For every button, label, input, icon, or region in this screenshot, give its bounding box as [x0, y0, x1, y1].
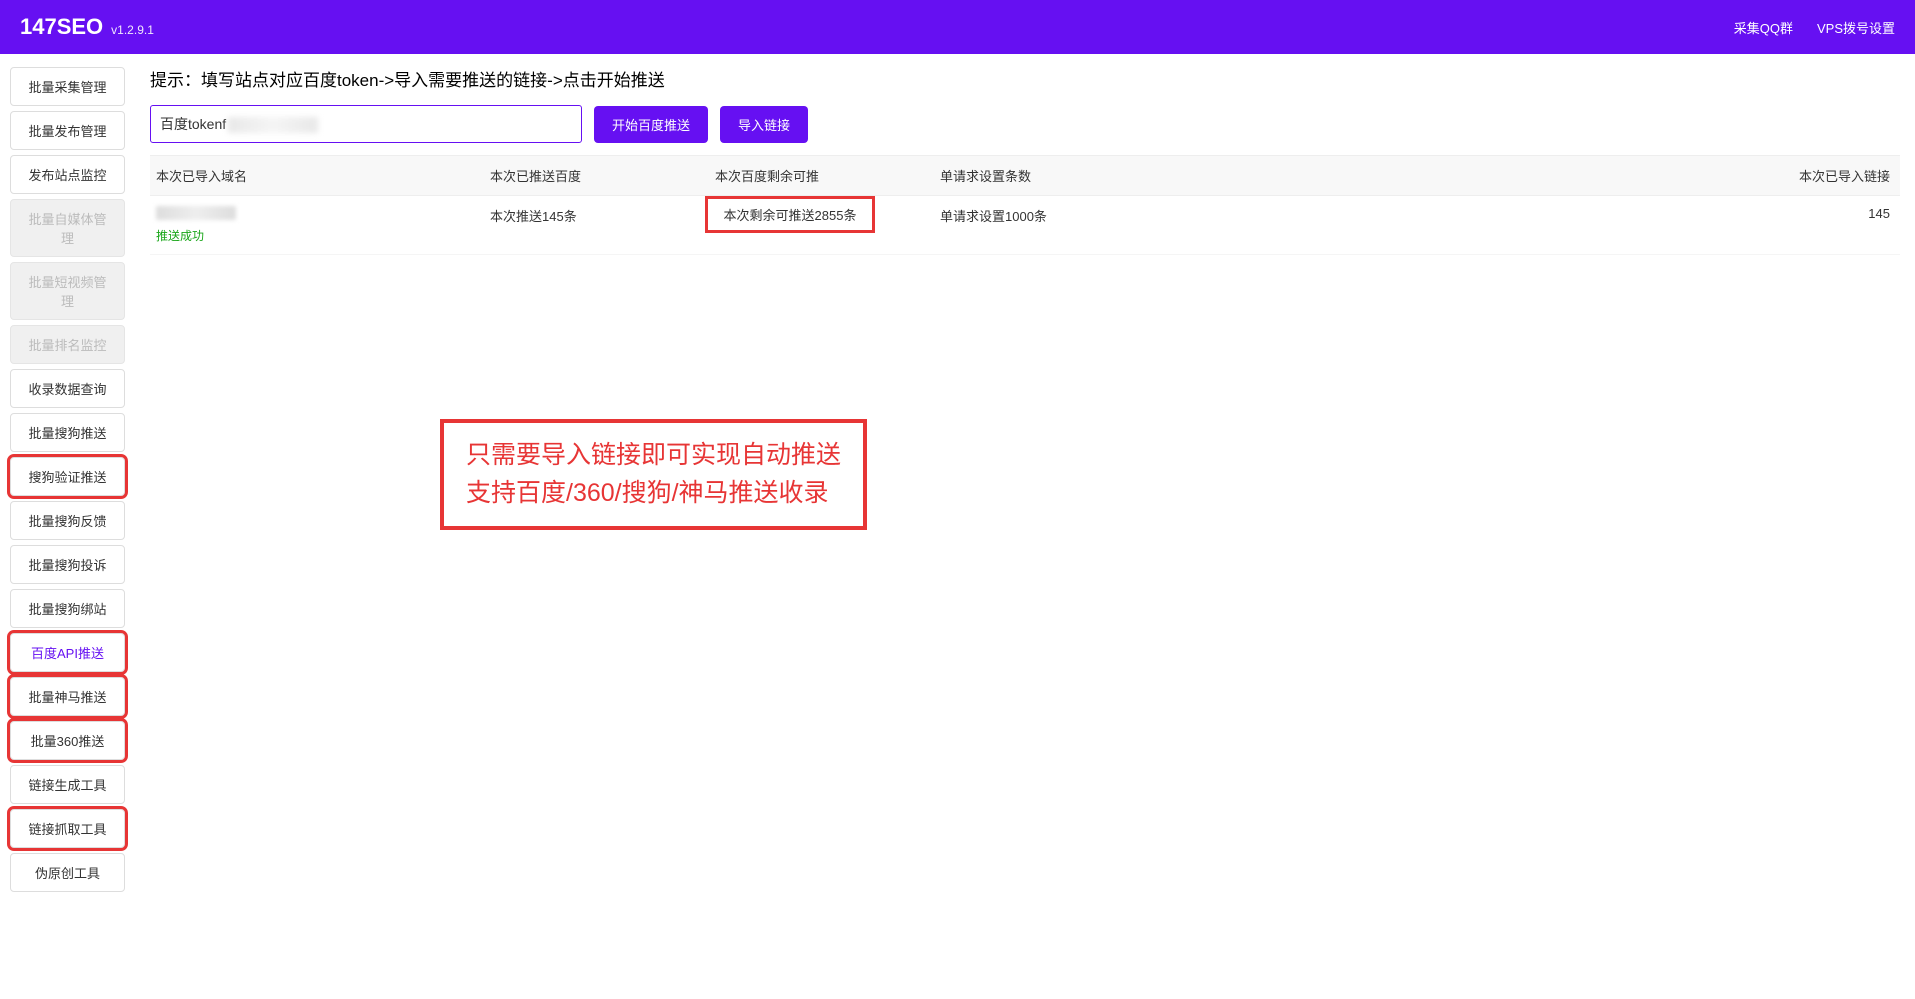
sidebar-item-360-push[interactable]: 批量360推送 — [10, 721, 125, 760]
import-links-button[interactable]: 导入链接 — [720, 106, 808, 143]
start-push-button[interactable]: 开始百度推送 — [594, 106, 708, 143]
cell-pushed: 本次推送145条 — [490, 206, 715, 225]
annotation-line-2: 支持百度/360/搜狗/神马推送收录 — [466, 475, 841, 513]
th-remaining: 本次百度剩余可推 — [715, 166, 940, 185]
cell-remaining: 本次剩余可推送2855条 — [715, 206, 940, 233]
sidebar-item-rewrite-tool[interactable]: 伪原创工具 — [10, 853, 125, 892]
domain-blur — [156, 206, 236, 220]
sidebar-item-index-query[interactable]: 收录数据查询 — [10, 369, 125, 408]
header-left: 147SEO v1.2.9.1 — [20, 14, 154, 40]
sidebar-item-video-manage: 批量短视频管理 — [10, 262, 125, 320]
token-input-wrapper: 百度tokenf — [150, 105, 582, 143]
sidebar-item-shenma-push[interactable]: 批量神马推送 — [10, 677, 125, 716]
vps-settings-link[interactable]: VPS拨号设置 — [1817, 18, 1895, 37]
layout: 批量采集管理 批量发布管理 发布站点监控 批量自媒体管理 批量短视频管理 批量排… — [0, 54, 1915, 999]
table-header-row: 本次已导入域名 本次已推送百度 本次百度剩余可推 单请求设置条数 本次已导入链接 — [150, 155, 1900, 196]
sidebar-item-sogou-verify-push[interactable]: 搜狗验证推送 — [10, 457, 125, 496]
baidu-token-input[interactable] — [150, 105, 582, 143]
sidebar-item-link-generator[interactable]: 链接生成工具 — [10, 765, 125, 804]
app-version: v1.2.9.1 — [111, 23, 154, 37]
sidebar-item-publish-monitor[interactable]: 发布站点监控 — [10, 155, 125, 194]
sidebar-item-collect-manage[interactable]: 批量采集管理 — [10, 67, 125, 106]
cell-per-request: 单请求设置1000条 — [940, 206, 1410, 225]
th-per-request: 单请求设置条数 — [940, 166, 1410, 185]
sidebar-item-rank-monitor: 批量排名监控 — [10, 325, 125, 364]
cell-domain: 推送成功 — [150, 206, 490, 244]
remaining-highlight: 本次剩余可推送2855条 — [705, 196, 875, 233]
table-row: 推送成功 本次推送145条 本次剩余可推送2855条 单请求设置1000条 14… — [150, 196, 1900, 255]
th-pushed: 本次已推送百度 — [490, 166, 715, 185]
sidebar-item-media-manage: 批量自媒体管理 — [10, 199, 125, 257]
header-right: 采集QQ群 VPS拨号设置 — [1734, 18, 1895, 37]
sidebar-item-link-extractor[interactable]: 链接抓取工具 — [10, 809, 125, 848]
sidebar-item-publish-manage[interactable]: 批量发布管理 — [10, 111, 125, 150]
sidebar-item-sogou-feedback[interactable]: 批量搜狗反馈 — [10, 501, 125, 540]
tip-text: 提示：填写站点对应百度token->导入需要推送的链接->点击开始推送 — [150, 66, 1900, 91]
sidebar-item-sogou-push[interactable]: 批量搜狗推送 — [10, 413, 125, 452]
cell-imported: 145 — [1410, 206, 1900, 221]
push-status: 推送成功 — [156, 227, 490, 244]
annotation-box: 只需要导入链接即可实现自动推送 支持百度/360/搜狗/神马推送收录 — [440, 419, 867, 530]
sidebar-item-baidu-api-push[interactable]: 百度API推送 — [10, 633, 125, 672]
th-imported: 本次已导入链接 — [1410, 166, 1900, 185]
th-domain: 本次已导入域名 — [150, 166, 490, 185]
annotation-line-1: 只需要导入链接即可实现自动推送 — [466, 437, 841, 475]
sidebar-item-sogou-complaint[interactable]: 批量搜狗投诉 — [10, 545, 125, 584]
action-row: 百度tokenf 开始百度推送 导入链接 — [150, 105, 1900, 143]
header: 147SEO v1.2.9.1 采集QQ群 VPS拨号设置 — [0, 0, 1915, 54]
sidebar: 批量采集管理 批量发布管理 发布站点监控 批量自媒体管理 批量短视频管理 批量排… — [0, 54, 135, 999]
qq-group-link[interactable]: 采集QQ群 — [1734, 18, 1793, 37]
app-title: 147SEO — [20, 14, 103, 40]
sidebar-item-sogou-bind[interactable]: 批量搜狗绑站 — [10, 589, 125, 628]
main-content: 提示：填写站点对应百度token->导入需要推送的链接->点击开始推送 百度to… — [135, 54, 1915, 999]
